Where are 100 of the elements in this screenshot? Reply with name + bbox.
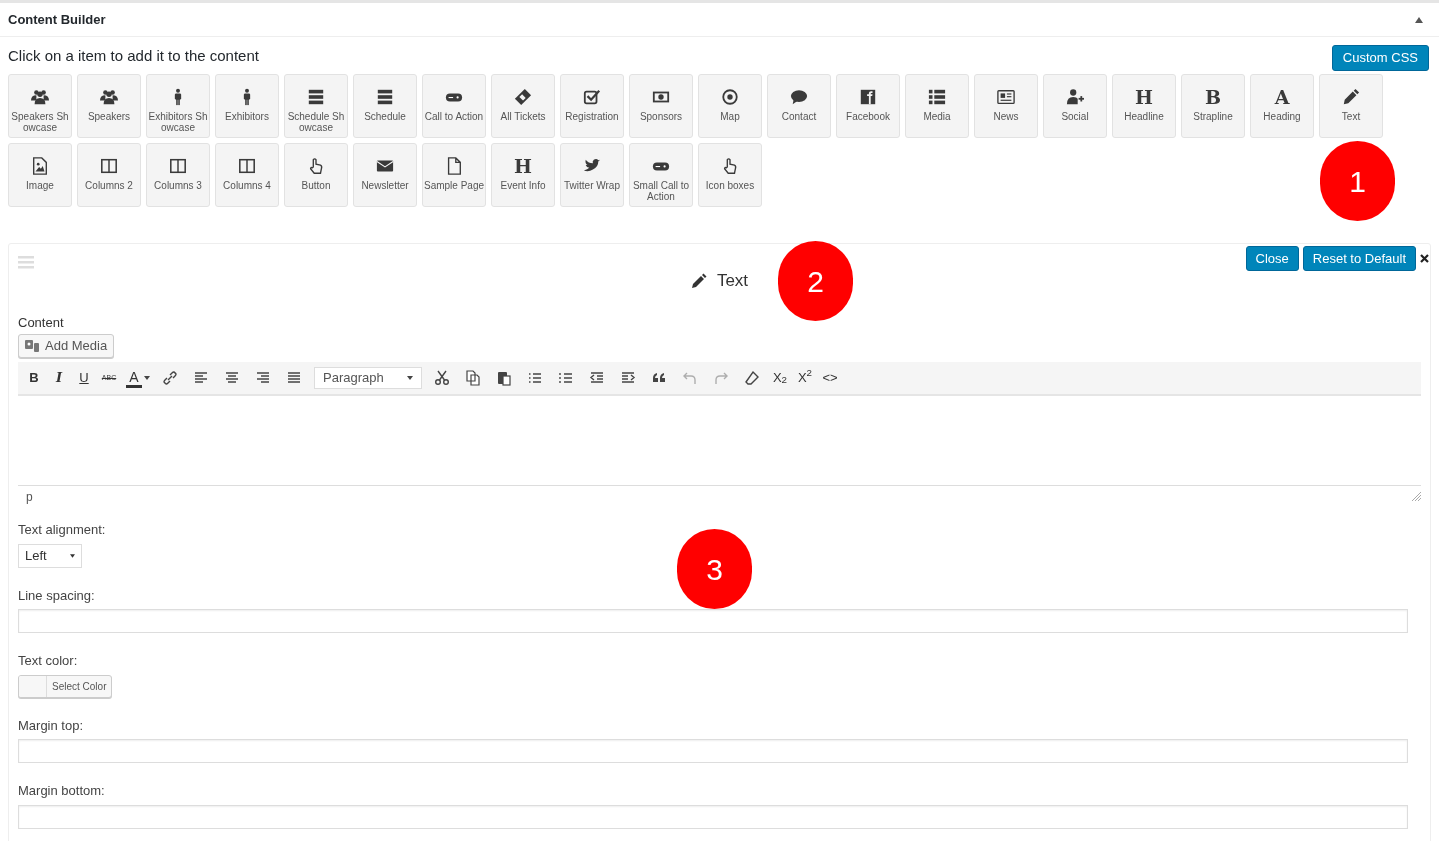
link-icon[interactable] xyxy=(162,370,178,386)
element-tile[interactable]: Sponsors xyxy=(629,74,693,138)
panel-button[interactable]: Reset to Default xyxy=(1302,246,1416,271)
ticket-icon xyxy=(514,88,532,106)
image-icon xyxy=(31,157,49,175)
align-right-icon[interactable] xyxy=(255,370,271,386)
panel-title: Content Builder xyxy=(8,10,106,29)
list-icon xyxy=(928,88,946,106)
element-tile[interactable]: Image xyxy=(8,143,72,207)
align-justify-icon[interactable] xyxy=(286,370,302,386)
add-media-button[interactable]: Add Media xyxy=(18,334,115,358)
user-plus-icon xyxy=(1066,88,1084,106)
number-badge: 1 xyxy=(1320,141,1395,221)
element-tile[interactable]: Small Call to Action xyxy=(629,143,693,207)
content-label: Content xyxy=(18,313,65,332)
element-tile[interactable]: Columns 4 xyxy=(215,143,279,207)
close-icon[interactable] xyxy=(1420,254,1429,263)
element-tile[interactable]: Speakers xyxy=(77,74,141,138)
instruction-text: Click on a item to add it to the content xyxy=(8,45,259,66)
element-tile[interactable]: All Tickets xyxy=(491,74,555,138)
format-button[interactable]: I xyxy=(51,368,67,388)
newspaper-icon xyxy=(997,88,1015,106)
element-tile[interactable]: Columns 3 xyxy=(146,143,210,207)
element-tile[interactable]: Button xyxy=(284,143,348,207)
bullet-list-icon[interactable] xyxy=(527,370,543,386)
server-icon xyxy=(376,88,394,106)
element-tile[interactable]: Schedule xyxy=(353,74,417,138)
caret-down-icon[interactable] xyxy=(144,376,150,380)
columns-icon xyxy=(100,157,118,175)
drag-handle-icon[interactable] xyxy=(18,256,34,269)
caret-up-icon[interactable] xyxy=(1415,16,1423,23)
users-icon xyxy=(31,88,49,106)
element-tile[interactable]: Media xyxy=(905,74,969,138)
element-tile[interactable]: A Heading xyxy=(1250,74,1314,138)
media-icon xyxy=(25,339,40,353)
letter-icon: H xyxy=(514,156,532,176)
format-button[interactable]: X$_{2}$ xyxy=(772,368,788,388)
columns-icon xyxy=(169,157,187,175)
input-field[interactable] xyxy=(18,739,1408,763)
input-field[interactable] xyxy=(18,609,1408,633)
paste-icon[interactable] xyxy=(496,370,512,386)
format-button[interactable]: X$^{2}$ xyxy=(797,368,813,388)
format-select[interactable]: Paragraph xyxy=(314,367,422,389)
scissors-icon[interactable] xyxy=(434,370,450,386)
custom-css-button[interactable]: Custom CSS xyxy=(1331,45,1429,71)
format-button[interactable]: <> xyxy=(822,368,838,388)
element-tile[interactable]: H Event Info xyxy=(491,143,555,207)
field-label: Line spacing: xyxy=(18,586,96,605)
server-icon xyxy=(307,88,325,106)
element-tile[interactable]: H Headline xyxy=(1112,74,1176,138)
resize-grip-icon[interactable] xyxy=(1412,491,1421,501)
field-label: Margin bottom: xyxy=(18,782,106,800)
indent-icon[interactable] xyxy=(620,370,636,386)
element-tile[interactable]: Contact xyxy=(767,74,831,138)
element-tile[interactable]: B Strapline xyxy=(1181,74,1245,138)
format-button[interactable]: A xyxy=(126,368,142,388)
element-tile[interactable]: News xyxy=(974,74,1038,138)
pencil-icon xyxy=(1342,88,1360,106)
alignment-select[interactable]: Left xyxy=(18,543,82,568)
element-tile[interactable]: Social xyxy=(1043,74,1107,138)
align-left-icon[interactable] xyxy=(193,370,209,386)
pointing-hand-icon xyxy=(721,157,739,175)
document-icon xyxy=(445,157,463,175)
outdent-icon[interactable] xyxy=(589,370,605,386)
facebook-icon xyxy=(859,88,877,106)
format-button[interactable]: B xyxy=(26,368,42,388)
input-field[interactable] xyxy=(18,804,1408,829)
element-tile[interactable]: Exhibitors xyxy=(215,74,279,138)
copy-icon[interactable] xyxy=(465,370,481,386)
element-path: p xyxy=(26,489,33,506)
numbered-list-icon[interactable] xyxy=(558,370,574,386)
letter-icon: A xyxy=(1274,87,1290,107)
align-center-icon[interactable] xyxy=(224,370,240,386)
pointing-hand-icon xyxy=(307,157,325,175)
element-tile[interactable]: Exhibitors Showcase xyxy=(146,74,210,138)
element-tile[interactable]: Call to Action xyxy=(422,74,486,138)
speech-bubble-icon xyxy=(790,88,808,106)
element-tile[interactable]: Map xyxy=(698,74,762,138)
element-tile[interactable]: Schedule Showcase xyxy=(284,74,348,138)
element-tile[interactable]: Newsletter xyxy=(353,143,417,207)
element-tile[interactable]: Icon boxes xyxy=(698,143,762,207)
element-tile[interactable]: Speakers Showcase xyxy=(8,74,72,138)
format-button[interactable]: U xyxy=(76,368,92,388)
element-tile[interactable]: Sample Page xyxy=(422,143,486,207)
element-tile[interactable]: Text xyxy=(1319,74,1383,138)
field-label: Text alignment: xyxy=(18,521,107,539)
eraser-icon[interactable] xyxy=(744,370,760,386)
checkbox-icon xyxy=(583,88,601,106)
element-tile[interactable]: Facebook xyxy=(836,74,900,138)
color-picker-button[interactable]: Select Color xyxy=(18,674,113,698)
users-icon xyxy=(100,88,118,106)
field-label: Text color: xyxy=(18,652,79,670)
element-tile[interactable]: Twitter Wrap xyxy=(560,143,624,207)
columns-icon xyxy=(238,157,256,175)
panel-button[interactable]: Close xyxy=(1245,246,1299,271)
number-badge: 2 xyxy=(778,241,853,321)
target-icon xyxy=(721,88,739,106)
element-tile[interactable]: Registration xyxy=(560,74,624,138)
element-tile[interactable]: Columns 2 xyxy=(77,143,141,207)
letter-icon: H xyxy=(1135,87,1153,107)
